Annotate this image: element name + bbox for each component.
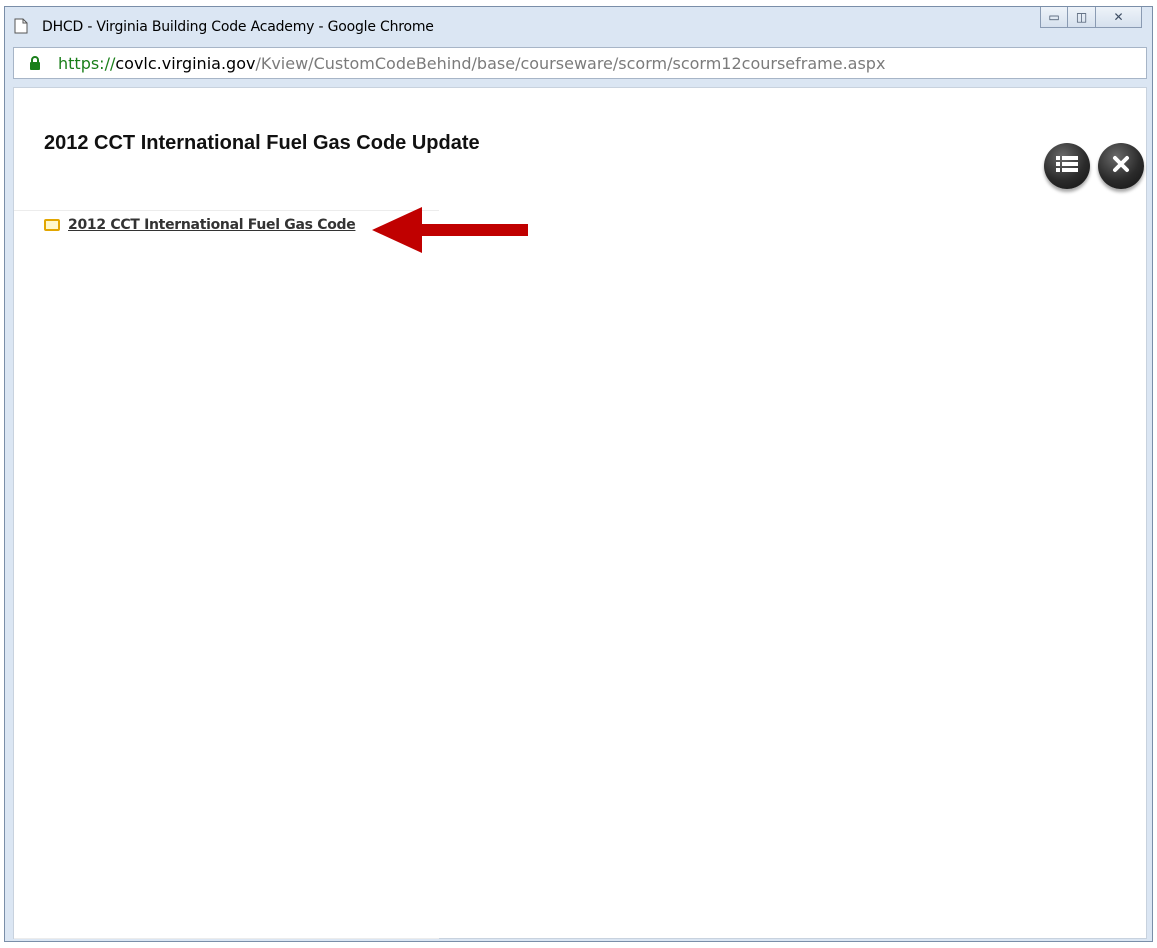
minimize-button[interactable]: ▭ — [1040, 7, 1068, 28]
menu-button[interactable] — [1044, 143, 1090, 189]
course-frame: 2012 CCT International Fuel Gas Code Upd… — [13, 87, 1147, 939]
browser-window: DHCD - Virginia Building Code Academy - … — [4, 6, 1153, 942]
toc-item-link[interactable]: 2012 CCT International Fuel Gas Code — [68, 217, 356, 233]
window-title: DHCD - Virginia Building Code Academy - … — [42, 19, 434, 35]
page-icon — [14, 18, 28, 39]
url-scheme: https:// — [58, 54, 116, 73]
window-controls: ▭ ◫ ✕ — [1040, 7, 1142, 29]
url-text[interactable]: https://covlc.virginia.gov/Kview/CustomC… — [58, 54, 885, 73]
address-bar[interactable]: https://covlc.virginia.gov/Kview/CustomC… — [13, 47, 1147, 79]
window-close-icon: ✕ — [1113, 10, 1124, 24]
url-path: /Kview/CustomCodeBehind/base/courseware/… — [255, 54, 886, 73]
window-close-button[interactable]: ✕ — [1096, 7, 1142, 28]
arrow-left-icon — [372, 205, 530, 260]
title-bar[interactable]: DHCD - Virginia Building Code Academy - … — [5, 7, 1152, 45]
close-course-button[interactable] — [1098, 143, 1144, 189]
list-menu-icon — [1054, 153, 1080, 180]
folder-icon — [44, 219, 60, 231]
minimize-icon: ▭ — [1048, 10, 1060, 24]
lock-icon — [29, 56, 41, 75]
url-host: covlc.virginia.gov — [115, 54, 256, 73]
close-icon — [1111, 154, 1131, 179]
restore-button[interactable]: ◫ — [1068, 7, 1096, 28]
toc-item[interactable]: 2012 CCT International Fuel Gas Code — [44, 213, 356, 237]
toc-divider-bottom — [14, 938, 439, 939]
course-title: 2012 CCT International Fuel Gas Code Upd… — [44, 132, 480, 154]
restore-icon: ◫ — [1075, 10, 1088, 24]
